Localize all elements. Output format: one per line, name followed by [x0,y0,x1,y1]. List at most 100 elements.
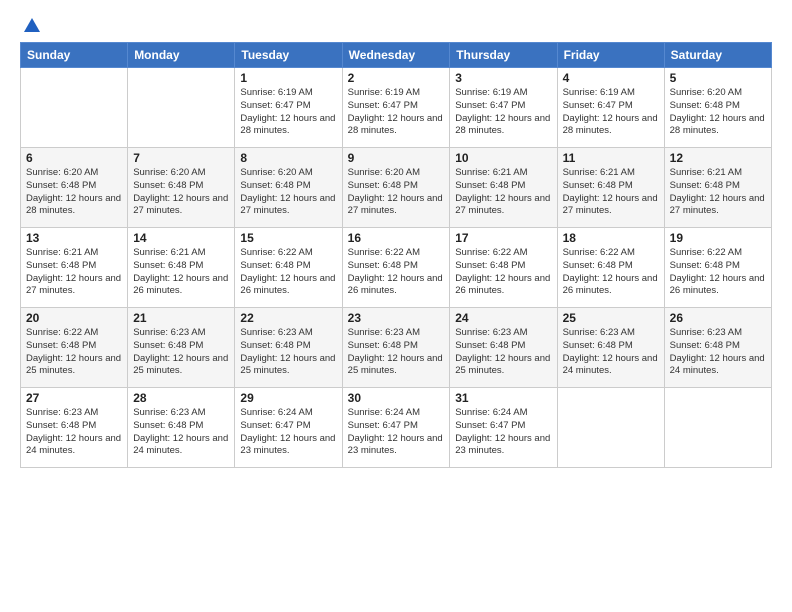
calendar-cell: 3 Sunrise: 6:19 AM Sunset: 6:47 PM Daylig… [450,68,557,148]
calendar-cell [664,388,771,468]
day-number: 31 [455,391,551,405]
day-info: Sunrise: 6:23 AM Sunset: 6:48 PM Dayligh… [133,327,229,378]
calendar-cell: 9 Sunrise: 6:20 AM Sunset: 6:48 PM Daylig… [342,148,450,228]
day-number: 6 [26,151,122,165]
day-info: Sunrise: 6:23 AM Sunset: 6:48 PM Dayligh… [348,327,445,378]
calendar-cell: 12Sunrise: 6:21 AM Sunset: 6:48 PM Dayli… [664,148,771,228]
calendar-week-row: 27 Sunrise: 6:23 AM Sunset: 6:48 PM Dayli… [21,388,772,468]
day-info: Sunrise: 6:23 AM Sunset: 6:48 PM Dayligh… [240,327,336,378]
day-number: 17 [455,231,551,245]
header [20,16,772,32]
calendar-cell: 13Sunrise: 6:21 AM Sunset: 6:48 PM Dayli… [21,228,128,308]
day-number: 10 [455,151,551,165]
day-number: 15 [240,231,336,245]
weekday-header: Saturday [664,43,771,68]
logo [20,16,41,32]
calendar-cell: 19Sunrise: 6:22 AM Sunset: 6:48 PM Dayli… [664,228,771,308]
day-number: 30 [348,391,445,405]
calendar-cell: 11 Sunrise: 6:21 AM Sunset: 6:48 PM Dayli… [557,148,664,228]
day-info: Sunrise: 6:24 AM Sunset: 6:47 PM Dayligh… [348,407,445,458]
calendar-cell: 7 Sunrise: 6:20 AM Sunset: 6:48 PM Daylig… [128,148,235,228]
day-number: 14 [133,231,229,245]
calendar-cell: 22Sunrise: 6:23 AM Sunset: 6:48 PM Dayli… [235,308,342,388]
day-number: 16 [348,231,445,245]
calendar-cell: 4Sunrise: 6:19 AM Sunset: 6:47 PM Daylig… [557,68,664,148]
day-info: Sunrise: 6:21 AM Sunset: 6:48 PM Dayligh… [455,167,551,218]
day-number: 8 [240,151,336,165]
calendar-cell: 16Sunrise: 6:22 AM Sunset: 6:48 PM Dayli… [342,228,450,308]
calendar-week-row: 20 Sunrise: 6:22 AM Sunset: 6:48 PM Dayli… [21,308,772,388]
calendar-cell: 23 Sunrise: 6:23 AM Sunset: 6:48 PM Dayli… [342,308,450,388]
calendar-cell: 28Sunrise: 6:23 AM Sunset: 6:48 PM Dayli… [128,388,235,468]
day-info: Sunrise: 6:19 AM Sunset: 6:47 PM Dayligh… [348,87,445,138]
day-number: 9 [348,151,445,165]
day-info: Sunrise: 6:20 AM Sunset: 6:48 PM Dayligh… [133,167,229,218]
calendar-cell: 29 Sunrise: 6:24 AM Sunset: 6:47 PM Dayli… [235,388,342,468]
calendar-week-row: 6 Sunrise: 6:20 AM Sunset: 6:48 PM Daylig… [21,148,772,228]
calendar-cell: 21 Sunrise: 6:23 AM Sunset: 6:48 PM Dayli… [128,308,235,388]
page: SundayMondayTuesdayWednesdayThursdayFrid… [0,0,792,612]
day-info: Sunrise: 6:21 AM Sunset: 6:48 PM Dayligh… [26,247,122,298]
day-number: 11 [563,151,659,165]
calendar-cell: 10 Sunrise: 6:21 AM Sunset: 6:48 PM Dayli… [450,148,557,228]
day-number: 1 [240,71,336,85]
calendar-cell: 24 Sunrise: 6:23 AM Sunset: 6:48 PM Dayli… [450,308,557,388]
calendar-cell: 8Sunrise: 6:20 AM Sunset: 6:48 PM Daylig… [235,148,342,228]
calendar-cell: 2 Sunrise: 6:19 AM Sunset: 6:47 PM Daylig… [342,68,450,148]
day-number: 23 [348,311,445,325]
day-number: 24 [455,311,551,325]
day-info: Sunrise: 6:20 AM Sunset: 6:48 PM Dayligh… [26,167,122,218]
day-number: 19 [670,231,766,245]
day-number: 2 [348,71,445,85]
calendar-cell: 5 Sunrise: 6:20 AM Sunset: 6:48 PM Daylig… [664,68,771,148]
day-number: 26 [670,311,766,325]
calendar-cell: 31 Sunrise: 6:24 AM Sunset: 6:47 PM Dayli… [450,388,557,468]
weekday-header: Monday [128,43,235,68]
calendar-cell [557,388,664,468]
day-info: Sunrise: 6:24 AM Sunset: 6:47 PM Dayligh… [240,407,336,458]
calendar-cell: 27 Sunrise: 6:23 AM Sunset: 6:48 PM Dayli… [21,388,128,468]
calendar-cell: 30 Sunrise: 6:24 AM Sunset: 6:47 PM Dayli… [342,388,450,468]
calendar-cell: 17 Sunrise: 6:22 AM Sunset: 6:48 PM Dayli… [450,228,557,308]
calendar-cell: 14 Sunrise: 6:21 AM Sunset: 6:48 PM Dayli… [128,228,235,308]
day-info: Sunrise: 6:23 AM Sunset: 6:48 PM Dayligh… [133,407,229,458]
day-number: 7 [133,151,229,165]
calendar-week-row: 13Sunrise: 6:21 AM Sunset: 6:48 PM Dayli… [21,228,772,308]
calendar-cell: 26 Sunrise: 6:23 AM Sunset: 6:48 PM Dayli… [664,308,771,388]
day-number: 18 [563,231,659,245]
day-number: 27 [26,391,122,405]
calendar-cell: 6 Sunrise: 6:20 AM Sunset: 6:48 PM Daylig… [21,148,128,228]
day-number: 5 [670,71,766,85]
day-info: Sunrise: 6:22 AM Sunset: 6:48 PM Dayligh… [563,247,659,298]
day-info: Sunrise: 6:19 AM Sunset: 6:47 PM Dayligh… [455,87,551,138]
day-info: Sunrise: 6:20 AM Sunset: 6:48 PM Dayligh… [348,167,445,218]
calendar-cell: 20 Sunrise: 6:22 AM Sunset: 6:48 PM Dayli… [21,308,128,388]
calendar-cell: 18 Sunrise: 6:22 AM Sunset: 6:48 PM Dayli… [557,228,664,308]
day-info: Sunrise: 6:22 AM Sunset: 6:48 PM Dayligh… [26,327,122,378]
day-info: Sunrise: 6:23 AM Sunset: 6:48 PM Dayligh… [670,327,766,378]
day-info: Sunrise: 6:23 AM Sunset: 6:48 PM Dayligh… [563,327,659,378]
logo-icon [23,16,41,34]
day-info: Sunrise: 6:24 AM Sunset: 6:47 PM Dayligh… [455,407,551,458]
day-info: Sunrise: 6:22 AM Sunset: 6:48 PM Dayligh… [455,247,551,298]
calendar-week-row: 1 Sunrise: 6:19 AM Sunset: 6:47 PM Daylig… [21,68,772,148]
day-info: Sunrise: 6:20 AM Sunset: 6:48 PM Dayligh… [670,87,766,138]
calendar-cell: 1Sunrise: 6:19 AM Sunset: 6:47 PM Daylig… [235,68,342,148]
calendar-cell: 15Sunrise: 6:22 AM Sunset: 6:48 PM Dayli… [235,228,342,308]
weekday-header-row: SundayMondayTuesdayWednesdayThursdayFrid… [21,43,772,68]
weekday-header: Tuesday [235,43,342,68]
day-info: Sunrise: 6:21 AM Sunset: 6:48 PM Dayligh… [563,167,659,218]
day-info: Sunrise: 6:23 AM Sunset: 6:48 PM Dayligh… [26,407,122,458]
calendar-cell [128,68,235,148]
day-info: Sunrise: 6:23 AM Sunset: 6:48 PM Dayligh… [455,327,551,378]
day-number: 29 [240,391,336,405]
calendar: SundayMondayTuesdayWednesdayThursdayFrid… [20,42,772,468]
weekday-header: Sunday [21,43,128,68]
weekday-header: Wednesday [342,43,450,68]
day-number: 25 [563,311,659,325]
day-number: 21 [133,311,229,325]
day-info: Sunrise: 6:21 AM Sunset: 6:48 PM Dayligh… [133,247,229,298]
day-number: 20 [26,311,122,325]
day-number: 4 [563,71,659,85]
day-number: 3 [455,71,551,85]
